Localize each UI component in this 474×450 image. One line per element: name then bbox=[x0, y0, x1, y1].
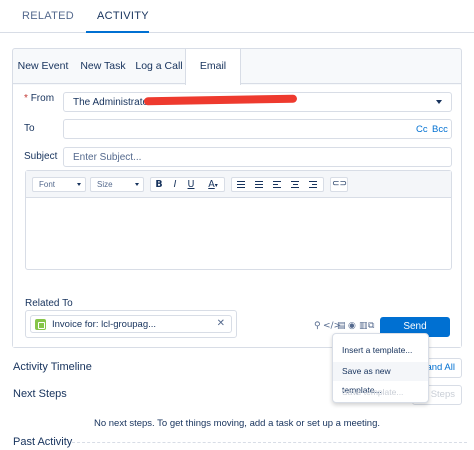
from-label: * From bbox=[24, 93, 54, 104]
link-icon[interactable]: ⊂⊃ bbox=[332, 178, 347, 191]
next-steps-title: Next Steps bbox=[13, 388, 67, 400]
from-label-text: From bbox=[30, 93, 55, 104]
preview-icon[interactable]: ◉ bbox=[348, 320, 356, 332]
cc-link[interactable]: Cc bbox=[416, 124, 428, 135]
size-select-label: Size bbox=[97, 180, 113, 189]
chevron-down-icon: ▾ bbox=[214, 182, 218, 189]
editor-toolbar: Font Size B I U A▾ ⊂⊃ bbox=[26, 171, 451, 198]
template-menu: Insert a template... Save as new templat… bbox=[332, 333, 429, 403]
align-left-icon[interactable] bbox=[270, 178, 284, 191]
size-select[interactable]: Size bbox=[90, 177, 144, 192]
subject-placeholder: Enter Subject... bbox=[73, 152, 142, 163]
email-body-editor[interactable]: Font Size B I U A▾ ⊂⊃ bbox=[25, 170, 452, 270]
more-steps-label: Steps bbox=[430, 389, 455, 400]
next-steps-empty-message: No next steps. To get things moving, add… bbox=[93, 418, 381, 429]
redaction-mark bbox=[143, 94, 298, 106]
text-color-button[interactable]: A▾ bbox=[201, 178, 225, 191]
underline-button[interactable]: U bbox=[184, 178, 198, 191]
tab-related[interactable]: RELATED bbox=[22, 10, 74, 22]
template-icon[interactable]: ▤ bbox=[337, 320, 346, 332]
active-tab-indicator bbox=[86, 31, 149, 33]
chevron-down-icon bbox=[436, 100, 442, 104]
bulleted-list-icon[interactable] bbox=[252, 178, 266, 191]
close-icon[interactable]: ✕ bbox=[217, 318, 225, 329]
related-to-field[interactable]: Invoice for: lcl-groupag... ✕ bbox=[25, 310, 237, 338]
chevron-down-icon bbox=[77, 183, 81, 186]
related-record-pill[interactable]: Invoice for: lcl-groupag... ✕ bbox=[30, 315, 232, 333]
delete-icon[interactable]: ▥ bbox=[359, 320, 368, 332]
record-icon bbox=[35, 319, 46, 330]
related-to-label: Related To bbox=[25, 298, 73, 309]
paragraph-group bbox=[231, 177, 324, 192]
related-record-text: Invoice for: lcl-groupag... bbox=[52, 319, 157, 330]
subject-label: Subject bbox=[24, 151, 58, 162]
record-tabs: RELATED ACTIVITY bbox=[0, 0, 474, 33]
popout-icon[interactable]: ⧉ bbox=[368, 320, 374, 332]
subject-input[interactable]: Enter Subject... bbox=[63, 147, 452, 167]
tab-new-task[interactable]: New Task bbox=[73, 49, 133, 84]
from-value: The Administrator bbox=[73, 97, 152, 108]
activity-composer: New Event New Task Log a Call Email * Fr… bbox=[12, 48, 462, 348]
chevron-down-icon bbox=[135, 183, 139, 186]
activity-timeline-title: Activity Timeline bbox=[13, 361, 92, 373]
tab-new-event[interactable]: New Event bbox=[13, 49, 73, 84]
menu-item-save-new-template[interactable]: Save as new template... bbox=[333, 362, 428, 395]
format-group: B I U A▾ bbox=[150, 177, 225, 192]
past-activity-divider bbox=[72, 442, 467, 443]
attach-icon[interactable]: ⚲ bbox=[314, 320, 321, 332]
bold-button[interactable]: B bbox=[152, 178, 166, 191]
font-select-label: Font bbox=[39, 180, 56, 189]
tab-activity[interactable]: ACTIVITY bbox=[97, 10, 149, 22]
to-field[interactable]: Cc Bcc bbox=[63, 119, 452, 139]
menu-item-insert-template[interactable]: Insert a template... bbox=[333, 341, 428, 360]
tab-email[interactable]: Email bbox=[185, 49, 241, 85]
menu-item-save-template: Save template... bbox=[342, 387, 404, 397]
expand-all-label: and All bbox=[426, 362, 455, 373]
tab-log-a-call[interactable]: Log a Call bbox=[133, 49, 185, 84]
from-select[interactable]: The Administrator bbox=[63, 92, 452, 112]
composer-tabs: New Event New Task Log a Call Email bbox=[13, 49, 461, 85]
bcc-link[interactable]: Bcc bbox=[432, 124, 448, 135]
font-select[interactable]: Font bbox=[32, 177, 86, 192]
align-center-icon[interactable] bbox=[288, 178, 302, 191]
italic-button[interactable]: I bbox=[168, 178, 182, 191]
align-right-icon[interactable] bbox=[306, 178, 320, 191]
past-activity-title: Past Activity bbox=[13, 436, 73, 448]
numbered-list-icon[interactable] bbox=[234, 178, 248, 191]
link-group: ⊂⊃ bbox=[330, 177, 348, 192]
required-mark: * bbox=[24, 93, 28, 104]
to-label: To bbox=[24, 123, 35, 134]
